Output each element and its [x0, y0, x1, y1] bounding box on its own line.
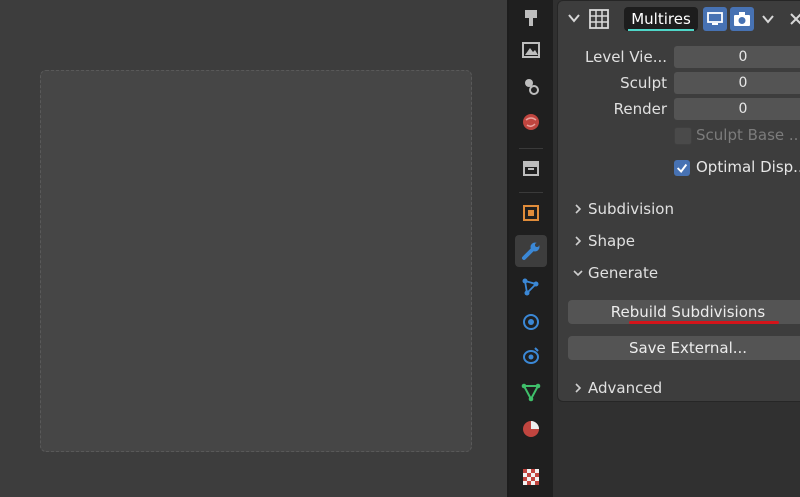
particles-tab[interactable] — [515, 271, 547, 303]
constraints-tab[interactable] — [515, 340, 547, 372]
subdivision-section-label: Subdivision — [588, 200, 674, 218]
checkmark-icon — [676, 163, 688, 173]
chevron-down-icon — [762, 15, 774, 24]
advanced-section-header[interactable]: Advanced — [575, 379, 663, 397]
constraints-icon — [523, 347, 539, 364]
texture-tab[interactable] — [515, 461, 547, 493]
material-tab[interactable] — [515, 413, 547, 445]
multires-modifier-panel: Multires Level Vie... 0 Sculpt 0 Render … — [557, 0, 800, 402]
chevron-down-icon[interactable] — [566, 10, 582, 26]
object-icon — [523, 205, 539, 221]
render-icon — [522, 42, 540, 58]
output-icon — [525, 79, 539, 95]
sculpt-base-mesh-checkbox[interactable] — [674, 127, 692, 145]
tab-separator — [519, 148, 543, 149]
generate-section-header[interactable]: Generate — [573, 264, 659, 282]
physics-icon — [523, 314, 539, 330]
chevron-right-icon — [575, 383, 582, 393]
sculpt-level-field[interactable]: 0 — [674, 72, 800, 94]
material-icon — [523, 421, 539, 437]
shape-section-header[interactable]: Shape — [575, 232, 635, 250]
sculpt-base-mesh-label: Sculpt Base ... — [696, 126, 800, 144]
world-tab[interactable] — [515, 106, 547, 138]
multires-grid-icon — [589, 9, 609, 29]
subdivision-section-header[interactable]: Subdivision — [575, 200, 674, 218]
shape-section-label: Shape — [588, 232, 635, 250]
object-tab[interactable] — [515, 197, 547, 229]
tool-icon — [525, 10, 537, 26]
tab-separator — [519, 192, 543, 193]
properties-editor: Multires Level Vie... 0 Sculpt 0 Render … — [553, 0, 800, 497]
generate-section-label: Generate — [588, 264, 659, 282]
monitor-icon — [707, 12, 723, 25]
advanced-section-label: Advanced — [588, 379, 663, 397]
highlight-underline — [629, 321, 779, 324]
modifier-name-field[interactable]: Multires — [624, 7, 698, 31]
optimal-display-checkbox[interactable] — [674, 160, 690, 176]
show-in-render-toggle[interactable] — [730, 7, 754, 31]
close-icon — [790, 13, 800, 25]
checkerboard-texture-icon — [523, 469, 539, 485]
physics-tab[interactable] — [515, 306, 547, 338]
modifier-tab[interactable] — [515, 235, 547, 267]
level-viewport-label: Level Vie... — [585, 48, 667, 66]
name-field-underline — [628, 29, 694, 31]
camera-icon — [734, 12, 750, 26]
particles-icon — [522, 278, 539, 296]
tool-tab[interactable] — [515, 2, 547, 34]
properties-tab-bar — [509, 0, 553, 497]
render-level-label: Render — [613, 100, 667, 118]
wrench-icon — [522, 242, 540, 260]
monkey-mesh-image — [40, 70, 472, 452]
render-level-field[interactable]: 0 — [674, 98, 800, 120]
level-viewport-field[interactable]: 0 — [674, 46, 800, 68]
mesh-data-icon — [521, 383, 541, 402]
3d-viewport[interactable] — [0, 0, 507, 497]
chevron-down-icon — [573, 270, 583, 277]
show-in-viewport-toggle[interactable] — [703, 7, 727, 31]
modifier-header: Multires — [558, 1, 800, 37]
optimal-display-label: Optimal Disp... — [696, 158, 800, 176]
sculpt-level-label: Sculpt — [620, 74, 667, 92]
collection-tab[interactable] — [515, 152, 547, 184]
world-icon — [523, 114, 539, 130]
save-external-button[interactable]: Save External... — [568, 336, 800, 360]
collection-icon — [523, 161, 539, 176]
chevron-right-icon — [575, 236, 582, 246]
data-tab[interactable] — [515, 376, 547, 408]
modifier-extras-dropdown[interactable] — [757, 7, 779, 31]
remove-modifier-button[interactable] — [786, 7, 800, 31]
output-tab[interactable] — [515, 70, 547, 102]
render-tab[interactable] — [515, 34, 547, 66]
chevron-right-icon — [575, 204, 582, 214]
